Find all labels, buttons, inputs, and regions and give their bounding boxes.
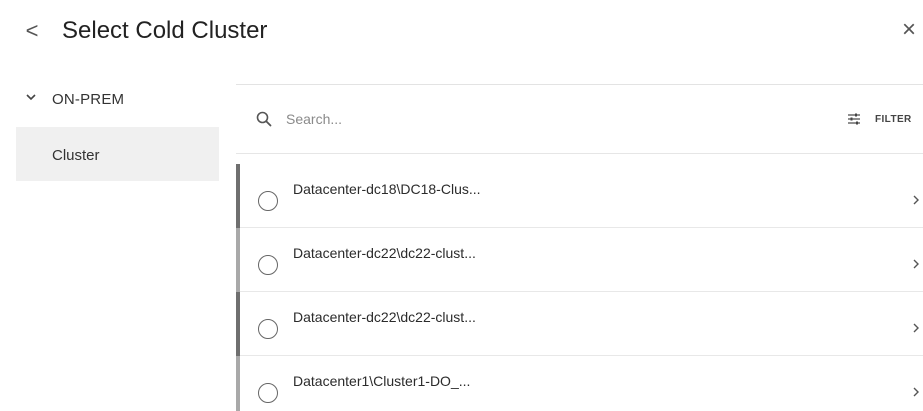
row-indicator xyxy=(236,164,240,228)
filter-label: FILTER xyxy=(875,114,912,125)
chevron-right-icon xyxy=(913,323,919,333)
row-indicator xyxy=(236,292,240,356)
row-indicator xyxy=(236,356,240,411)
cluster-list-panel: FILTER Datacenter-dc18\DC18-Clus... Data… xyxy=(236,84,923,411)
nav-group-label: ON-PREM xyxy=(52,91,125,108)
radio-button[interactable] xyxy=(258,319,278,339)
list-item[interactable]: Datacenter-dc22\dc22-clust... xyxy=(236,228,923,292)
dialog-title: Select Cold Cluster xyxy=(62,17,268,44)
nav-item-label: Cluster xyxy=(52,147,100,164)
chevron-down-icon xyxy=(26,94,36,101)
row-indicator xyxy=(236,228,240,292)
radio-button[interactable] xyxy=(258,191,278,211)
chevron-right-icon xyxy=(913,387,919,397)
radio-button[interactable] xyxy=(258,383,278,403)
nav-item-cluster[interactable]: Cluster xyxy=(16,127,219,181)
chevron-right-icon xyxy=(913,195,919,205)
search-bar: FILTER xyxy=(236,85,923,153)
radio-button[interactable] xyxy=(258,255,278,275)
close-button[interactable]: × xyxy=(902,16,923,44)
list-item-label: Datacenter-dc22\dc22-clust... xyxy=(293,309,476,325)
list-item-label: Datacenter-dc22\dc22-clust... xyxy=(293,245,476,261)
list-item[interactable]: Datacenter1\Cluster1-DO_... xyxy=(236,356,923,411)
sliders-icon xyxy=(848,113,860,125)
nav-group-on-prem[interactable]: ON-PREM xyxy=(0,84,220,120)
divider xyxy=(236,153,923,154)
list-item[interactable]: Datacenter-dc22\dc22-clust... xyxy=(236,292,923,356)
dialog-header: < Select Cold Cluster × xyxy=(0,0,923,62)
list-item-label: Datacenter1\Cluster1-DO_... xyxy=(293,373,471,389)
back-button[interactable]: < xyxy=(22,18,42,44)
chevron-right-icon xyxy=(913,259,919,269)
search-icon xyxy=(256,111,272,127)
list-item-label: Datacenter-dc18\DC18-Clus... xyxy=(293,181,481,197)
search-input[interactable] xyxy=(286,105,786,133)
cluster-list: Datacenter-dc18\DC18-Clus... Datacenter-… xyxy=(236,164,923,411)
list-item[interactable]: Datacenter-dc18\DC18-Clus... xyxy=(236,164,923,228)
select-cold-cluster-dialog: < Select Cold Cluster × ON-PREM Cluster xyxy=(0,0,923,411)
